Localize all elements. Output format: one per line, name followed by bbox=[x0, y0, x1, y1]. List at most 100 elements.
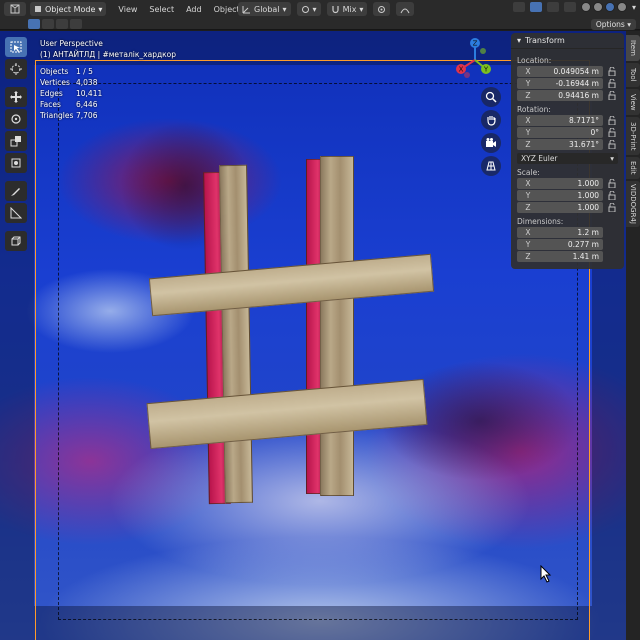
axis-label: Z bbox=[525, 140, 531, 149]
gizmo-z-label: Z bbox=[473, 40, 478, 48]
location-y-field[interactable]: Y -0.16944 m bbox=[517, 78, 603, 89]
lock-icon[interactable] bbox=[606, 67, 618, 76]
gizmo-y-label: Y bbox=[483, 66, 489, 74]
select-mode-extend[interactable] bbox=[42, 19, 54, 29]
solid-shading-button[interactable] bbox=[592, 2, 603, 12]
tab-3d-print[interactable]: 3D-Print bbox=[626, 117, 640, 155]
navigation-gizmo[interactable]: Z X Y bbox=[452, 37, 498, 83]
gizmo-toggle[interactable] bbox=[529, 2, 542, 12]
move-tool[interactable] bbox=[5, 87, 27, 107]
overlays-toggle[interactable] bbox=[546, 2, 559, 12]
camera-view-button[interactable] bbox=[481, 133, 501, 153]
menu-select[interactable]: Select bbox=[149, 5, 174, 14]
measure-tool[interactable] bbox=[5, 203, 27, 223]
3d-cursor-icon bbox=[10, 63, 22, 75]
cursor-tool[interactable] bbox=[5, 59, 27, 79]
rotation-y-field[interactable]: Y 0° bbox=[517, 127, 603, 138]
select-mode-subtract[interactable] bbox=[56, 19, 68, 29]
tab-tool[interactable]: Tool bbox=[626, 63, 640, 87]
transform-tool[interactable] bbox=[5, 153, 27, 173]
lock-icon[interactable] bbox=[606, 91, 618, 100]
proportional-edit-toggle[interactable] bbox=[373, 2, 391, 16]
menu-view[interactable]: View bbox=[118, 5, 137, 14]
tab-edit[interactable]: Edit bbox=[626, 157, 640, 179]
lock-icon[interactable] bbox=[606, 191, 618, 200]
stat-row: Objects 1 / 5 bbox=[40, 66, 102, 77]
tab-label: Edit bbox=[629, 161, 637, 175]
gizmo-x-label: X bbox=[459, 66, 464, 74]
mouse-cursor-icon bbox=[540, 565, 552, 583]
lock-icon[interactable] bbox=[606, 116, 618, 125]
tab-item[interactable]: Item bbox=[626, 35, 640, 61]
scale-y-field[interactable]: Y 1.000 bbox=[517, 190, 603, 201]
zoom-button[interactable] bbox=[481, 87, 501, 107]
rendered-shading-button[interactable] bbox=[616, 2, 627, 12]
rotation-z-field[interactable]: Z 31.671° bbox=[517, 139, 603, 150]
snap-toggle[interactable]: Mix ▾ bbox=[326, 2, 368, 16]
stat-value: 7,706 bbox=[76, 111, 98, 120]
pivot-dropdown[interactable]: ▾ bbox=[296, 2, 321, 16]
lock-icon[interactable] bbox=[606, 79, 618, 88]
transform-title: Transform bbox=[525, 36, 565, 45]
pan-button[interactable] bbox=[481, 110, 501, 130]
dimensions-y-field[interactable]: Y 0.277 m bbox=[517, 239, 603, 250]
projection-toggle-button[interactable] bbox=[481, 156, 501, 176]
magnifier-icon bbox=[485, 91, 497, 103]
select-mode-invert[interactable] bbox=[70, 19, 82, 29]
chevron-down-icon: ▾ bbox=[98, 4, 103, 14]
stat-value: 1 / 5 bbox=[76, 67, 93, 76]
stat-label: Faces bbox=[40, 100, 61, 109]
add-cube-tool[interactable] bbox=[5, 231, 27, 251]
transform-panel: ▾ Transform Location: X 0.049054 m Y -0.16… bbox=[511, 33, 624, 269]
falloff-curve-icon bbox=[400, 8, 410, 13]
transform-panel-header[interactable]: ▾ Transform bbox=[511, 33, 624, 49]
rotate-tool[interactable] bbox=[5, 109, 27, 129]
rotate-icon bbox=[11, 114, 21, 124]
lock-icon[interactable] bbox=[606, 203, 618, 212]
dimensions-z-field[interactable]: Z 1.41 m bbox=[517, 251, 603, 262]
menu-add[interactable]: Add bbox=[186, 5, 202, 14]
material-shading-button[interactable] bbox=[604, 2, 615, 12]
chevron-down-icon[interactable]: ▾ bbox=[632, 3, 636, 12]
axis-label: Y bbox=[525, 128, 531, 137]
chevron-down-icon: ▾ bbox=[517, 36, 522, 45]
field-value: 1.000 bbox=[577, 179, 599, 188]
lock-spacer bbox=[606, 228, 618, 237]
lock-icon[interactable] bbox=[606, 128, 618, 137]
stat-label: Edges bbox=[40, 89, 63, 98]
tab-viddogr4j[interactable]: VIDDOGR4J bbox=[626, 181, 640, 227]
visibility-toggle[interactable] bbox=[512, 2, 525, 12]
scale-x-field[interactable]: X 1.000 bbox=[517, 178, 603, 189]
rotation-y-row: Y 0° bbox=[517, 127, 618, 138]
annotate-tool[interactable] bbox=[5, 181, 27, 201]
scale-z-row: Z 1.000 bbox=[517, 202, 618, 213]
wireframe-shading-button[interactable] bbox=[580, 2, 591, 12]
select-box-tool[interactable] bbox=[5, 37, 27, 57]
dimensions-x-field[interactable]: X 1.2 m bbox=[517, 227, 603, 238]
mode-dropdown[interactable]: Object Mode ▾ bbox=[30, 2, 107, 16]
xray-toggle[interactable] bbox=[563, 2, 576, 12]
sidebar-tabs: Item Tool View 3D-Print Edit VIDDOGR4J bbox=[626, 31, 640, 640]
falloff-dropdown[interactable] bbox=[396, 2, 415, 16]
dimensions-x-row: X 1.2 m bbox=[517, 227, 618, 238]
tab-view[interactable]: View bbox=[626, 89, 640, 115]
lock-icon[interactable] bbox=[606, 140, 618, 149]
scale-z-field[interactable]: Z 1.000 bbox=[517, 202, 603, 213]
location-x-field[interactable]: X 0.049054 m bbox=[517, 66, 603, 77]
lock-icon[interactable] bbox=[606, 179, 618, 188]
orientation-dropdown[interactable]: Global ▾ bbox=[238, 2, 291, 16]
rotation-mode-dropdown[interactable]: XYZ Euler ▾ bbox=[517, 153, 618, 164]
editor-type-button[interactable] bbox=[4, 2, 26, 16]
scale-tool[interactable] bbox=[5, 131, 27, 151]
chevron-down-icon: ▾ bbox=[312, 4, 317, 14]
move-arrows-icon bbox=[10, 91, 22, 103]
menu-object[interactable]: Object bbox=[214, 5, 240, 14]
axis-label: Z bbox=[525, 203, 531, 212]
scene-statistics: Objects 1 / 5 Vertices 4,038 Edges 10,411 F… bbox=[40, 66, 102, 121]
pivot-icon bbox=[301, 5, 309, 13]
select-mode-new[interactable] bbox=[28, 19, 40, 29]
rotation-x-field[interactable]: X 8.7171° bbox=[517, 115, 603, 126]
location-z-field[interactable]: Z 0.94416 m bbox=[517, 90, 603, 101]
chevron-down-icon: ▾ bbox=[282, 4, 287, 14]
options-dropdown[interactable]: Options ▾ bbox=[590, 19, 636, 30]
